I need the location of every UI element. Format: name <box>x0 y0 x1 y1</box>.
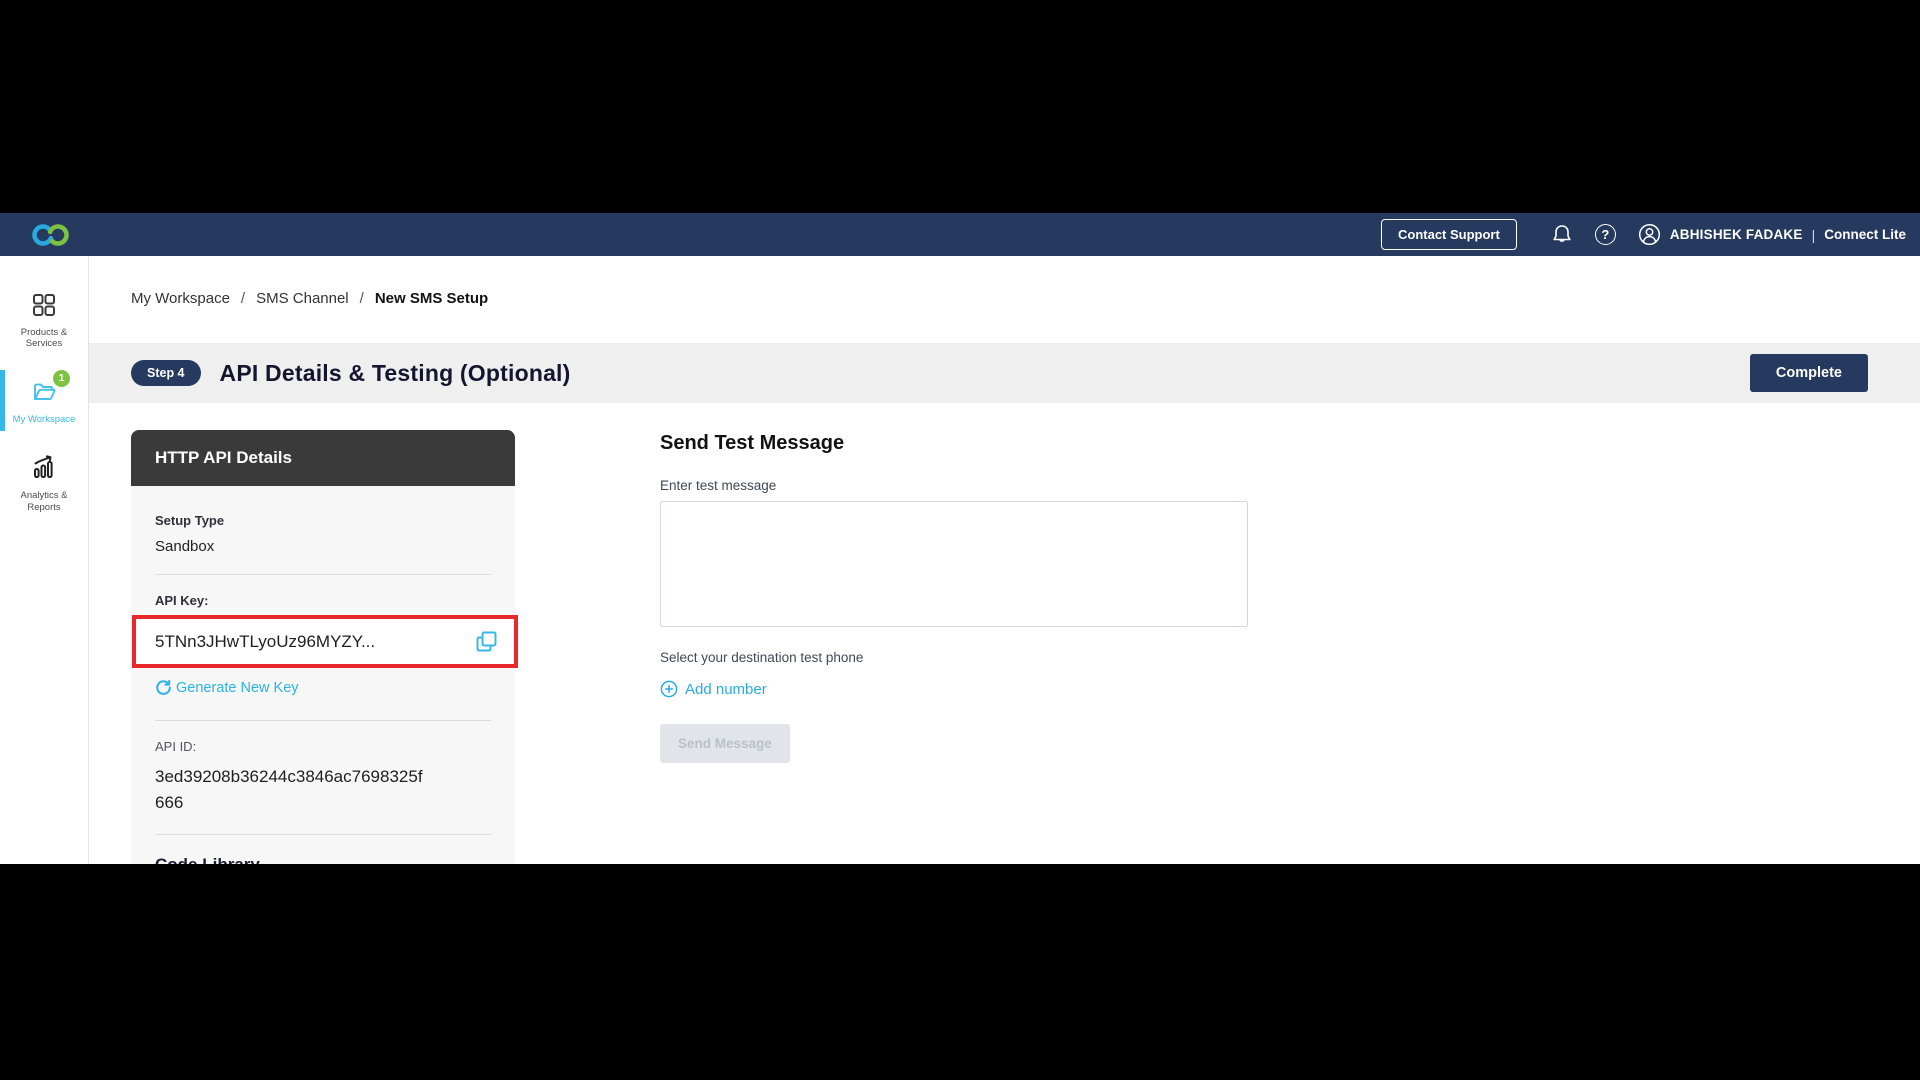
user-avatar-icon[interactable] <box>1638 223 1661 246</box>
breadcrumb-current-page: New SMS Setup <box>375 290 488 307</box>
complete-button[interactable]: Complete <box>1750 354 1868 392</box>
api-key-label: API Key: <box>155 593 491 608</box>
topbar-actions: Contact Support ? A <box>1381 219 1906 250</box>
copy-icon <box>474 629 499 654</box>
notifications-bell-icon[interactable] <box>1551 223 1573 247</box>
divider <box>155 574 491 575</box>
sidebar: Products & Services 1 My Workspace <box>0 256 89 864</box>
folder-icon: 1 <box>30 378 58 408</box>
breadcrumb-sms-channel[interactable]: SMS Channel <box>256 290 349 307</box>
breadcrumb-separator: / <box>360 290 364 307</box>
header-divider: | <box>1812 227 1816 243</box>
api-id-value: 3ed39208b36244c3846ac7698325f666 <box>155 764 427 815</box>
sidebar-item-analytics-reports[interactable]: Analytics & Reports <box>0 445 88 519</box>
test-message-input[interactable] <box>660 501 1248 627</box>
grid-icon <box>31 292 57 322</box>
workspace-badge: 1 <box>53 370 70 387</box>
divider <box>155 834 491 835</box>
brand-logo-icon[interactable] <box>30 221 72 249</box>
setup-type-label: Setup Type <box>155 513 491 528</box>
screenshot-frame: Contact Support ? A <box>0 0 1920 1080</box>
sidebar-item-label: Products & Services <box>0 327 88 350</box>
help-glyph: ? <box>1601 227 1609 242</box>
send-message-button[interactable]: Send Message <box>660 724 790 763</box>
divider <box>155 720 491 721</box>
api-key-highlight-box: 5TNn3JHwTLyoUz96MYZY... <box>132 615 518 668</box>
app-window: Contact Support ? A <box>0 213 1920 864</box>
breadcrumb: My Workspace / SMS Channel / New SMS Set… <box>89 256 1920 307</box>
help-icon[interactable]: ? <box>1595 224 1616 245</box>
product-name: Connect Lite <box>1824 227 1906 242</box>
step-header-bar: Step 4 API Details & Testing (Optional) … <box>89 343 1920 403</box>
http-api-details-panel: HTTP API Details Setup Type Sandbox API … <box>131 430 515 864</box>
step-badge: Step 4 <box>131 360 201 386</box>
copy-api-key-button[interactable] <box>474 629 499 654</box>
sidebar-item-label: My Workspace <box>0 414 88 425</box>
refresh-icon <box>155 679 172 696</box>
bar-chart-icon <box>30 453 58 483</box>
section-title: Send Test Message <box>660 432 1248 455</box>
top-navigation-bar: Contact Support ? A <box>0 213 1920 256</box>
sidebar-item-my-workspace[interactable]: 1 My Workspace <box>0 370 88 431</box>
sidebar-item-products-services[interactable]: Products & Services <box>0 284 88 356</box>
api-key-value: 5TNn3JHwTLyoUz96MYZY... <box>155 632 375 652</box>
main-content: My Workspace / SMS Channel / New SMS Set… <box>89 256 1920 864</box>
panel-title: HTTP API Details <box>131 430 515 486</box>
send-test-message-section: Send Test Message Enter test message Sel… <box>660 430 1248 763</box>
contact-support-button[interactable]: Contact Support <box>1381 219 1517 250</box>
add-number-link[interactable]: Add number <box>660 680 767 698</box>
sidebar-item-label: Analytics & Reports <box>0 490 88 513</box>
test-message-label: Enter test message <box>660 478 1248 493</box>
plus-circle-icon <box>660 680 678 698</box>
api-id-label: API ID: <box>155 739 491 754</box>
breadcrumb-separator: / <box>241 290 245 307</box>
code-library-heading: Code Library <box>155 855 491 864</box>
destination-phone-label: Select your destination test phone <box>660 650 1248 665</box>
breadcrumb-my-workspace[interactable]: My Workspace <box>131 290 230 307</box>
page-title: API Details & Testing (Optional) <box>220 360 571 387</box>
generate-new-key-link[interactable]: Generate New Key <box>155 679 299 696</box>
setup-type-value: Sandbox <box>155 538 491 555</box>
user-name[interactable]: ABHISHEK FADAKE <box>1670 227 1803 242</box>
